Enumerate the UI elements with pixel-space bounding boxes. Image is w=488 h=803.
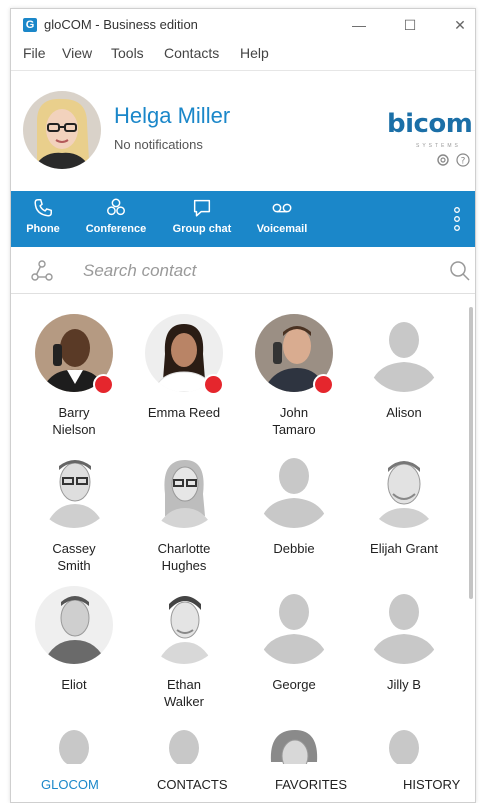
contact-card[interactable]: Jilly B (349, 576, 459, 706)
contact-card[interactable]: Elijah Grant (349, 440, 459, 570)
app-logo-icon: G (23, 18, 37, 32)
brand-subtitle: SYSTEMS (416, 143, 461, 149)
contacts-grid: Barry Nielson Emma Reed John Tamaro Alis… (11, 294, 475, 764)
more-vertical-icon (454, 207, 460, 231)
conference-button[interactable]: Conference (81, 197, 151, 243)
bottom-navigation: GLOCOM CONTACTS FAVORITES HISTORY (11, 769, 475, 802)
contact-name: John Tamaro (272, 405, 316, 437)
contact-card[interactable] (129, 712, 239, 764)
conference-label: Conference (85, 223, 147, 235)
profile-header: Helga Miller No notifications bicom SYST… (11, 71, 475, 191)
menu-file[interactable]: File (23, 45, 46, 61)
help-icon[interactable]: ? (456, 153, 470, 167)
search-input[interactable] (83, 259, 383, 283)
scrollbar[interactable] (469, 307, 473, 599)
voicemail-label: Voicemail (256, 223, 308, 235)
contact-name: Cassey Smith (52, 541, 96, 573)
default-avatar-icon (255, 450, 333, 528)
contact-photo (35, 586, 113, 664)
contact-card[interactable]: Cassey Smith (19, 440, 129, 573)
contact-name: George (272, 677, 316, 692)
contact-card[interactable]: Eliot (19, 576, 129, 706)
window-title: gloCOM - Business edition (44, 17, 198, 32)
menu-help[interactable]: Help (240, 45, 269, 61)
contact-card[interactable]: Debbie (239, 440, 349, 570)
on-call-badge (203, 374, 224, 395)
contact-card[interactable]: Emma Reed (129, 304, 239, 434)
network-icon[interactable] (31, 260, 53, 287)
menu-tools[interactable]: Tools (111, 45, 144, 61)
maximize-button[interactable]: ☐ (392, 13, 428, 37)
tab-history[interactable]: HISTORY (403, 777, 460, 792)
default-avatar-icon (365, 314, 443, 392)
voicemail-button[interactable]: Voicemail (251, 197, 313, 243)
tab-favorites[interactable]: FAVORITES (275, 777, 347, 792)
contact-name: Barry Nielson (52, 405, 96, 437)
search-bar (11, 249, 475, 293)
phone-icon (34, 199, 52, 217)
contact-name: Emma Reed (147, 405, 221, 420)
tab-contacts[interactable]: CONTACTS (157, 777, 228, 792)
default-avatar-icon (255, 586, 333, 664)
minimize-button[interactable]: — (341, 13, 377, 37)
chat-icon (193, 199, 211, 217)
menu-view[interactable]: View (62, 45, 92, 61)
contact-card[interactable]: Ethan Walker (129, 576, 239, 709)
app-window: G gloCOM - Business edition — ☐ ✕ File V… (10, 8, 476, 803)
default-avatar-icon (365, 586, 443, 664)
default-avatar-icon (365, 722, 443, 764)
contact-name: Elijah Grant (370, 541, 438, 556)
contact-name: Jilly B (387, 677, 421, 692)
title-bar: G gloCOM - Business edition — ☐ ✕ (11, 9, 475, 41)
contact-photo (35, 450, 113, 528)
more-options-button[interactable] (447, 203, 467, 235)
action-toolbar: Phone Conference Group chat Voicemail (11, 191, 475, 247)
contact-name: Charlotte Hughes (157, 541, 211, 573)
contact-name: Eliot (61, 677, 87, 692)
contact-photo (365, 450, 443, 528)
contact-name: Alison (386, 405, 422, 420)
contact-card[interactable]: Barry Nielson (19, 304, 129, 437)
phone-label: Phone (26, 223, 60, 235)
on-call-badge (313, 374, 334, 395)
voicemail-icon (272, 203, 292, 213)
contact-card[interactable]: Charlotte Hughes (129, 440, 239, 573)
close-button[interactable]: ✕ (442, 13, 475, 37)
search-icon[interactable] (449, 260, 471, 287)
phone-button[interactable]: Phone (23, 197, 63, 243)
contact-photo (255, 722, 333, 764)
brand-logo: bicom (387, 109, 473, 139)
contact-card[interactable] (19, 712, 129, 764)
tab-glocom[interactable]: GLOCOM (41, 777, 99, 792)
contact-name: Ethan Walker (164, 677, 204, 709)
contact-card[interactable] (239, 712, 349, 764)
settings-icon[interactable] (436, 153, 450, 167)
contact-name: Debbie (273, 541, 315, 556)
contact-card[interactable]: George (239, 576, 349, 706)
user-name: Helga Miller (114, 103, 231, 128)
contact-photo (145, 586, 223, 664)
notification-status: No notifications (114, 137, 203, 152)
group-chat-label: Group chat (172, 223, 232, 235)
conference-icon (107, 198, 125, 216)
contact-card[interactable] (349, 712, 459, 764)
contact-card[interactable]: John Tamaro (239, 304, 349, 437)
default-avatar-icon (35, 722, 113, 764)
svg-text:?: ? (461, 157, 466, 167)
contact-photo (145, 450, 223, 528)
default-avatar-icon (145, 722, 223, 764)
on-call-badge (93, 374, 114, 395)
user-avatar[interactable] (23, 91, 101, 169)
menu-contacts[interactable]: Contacts (164, 45, 219, 61)
group-chat-button[interactable]: Group chat (167, 197, 237, 243)
contact-card[interactable]: Alison (349, 304, 459, 434)
